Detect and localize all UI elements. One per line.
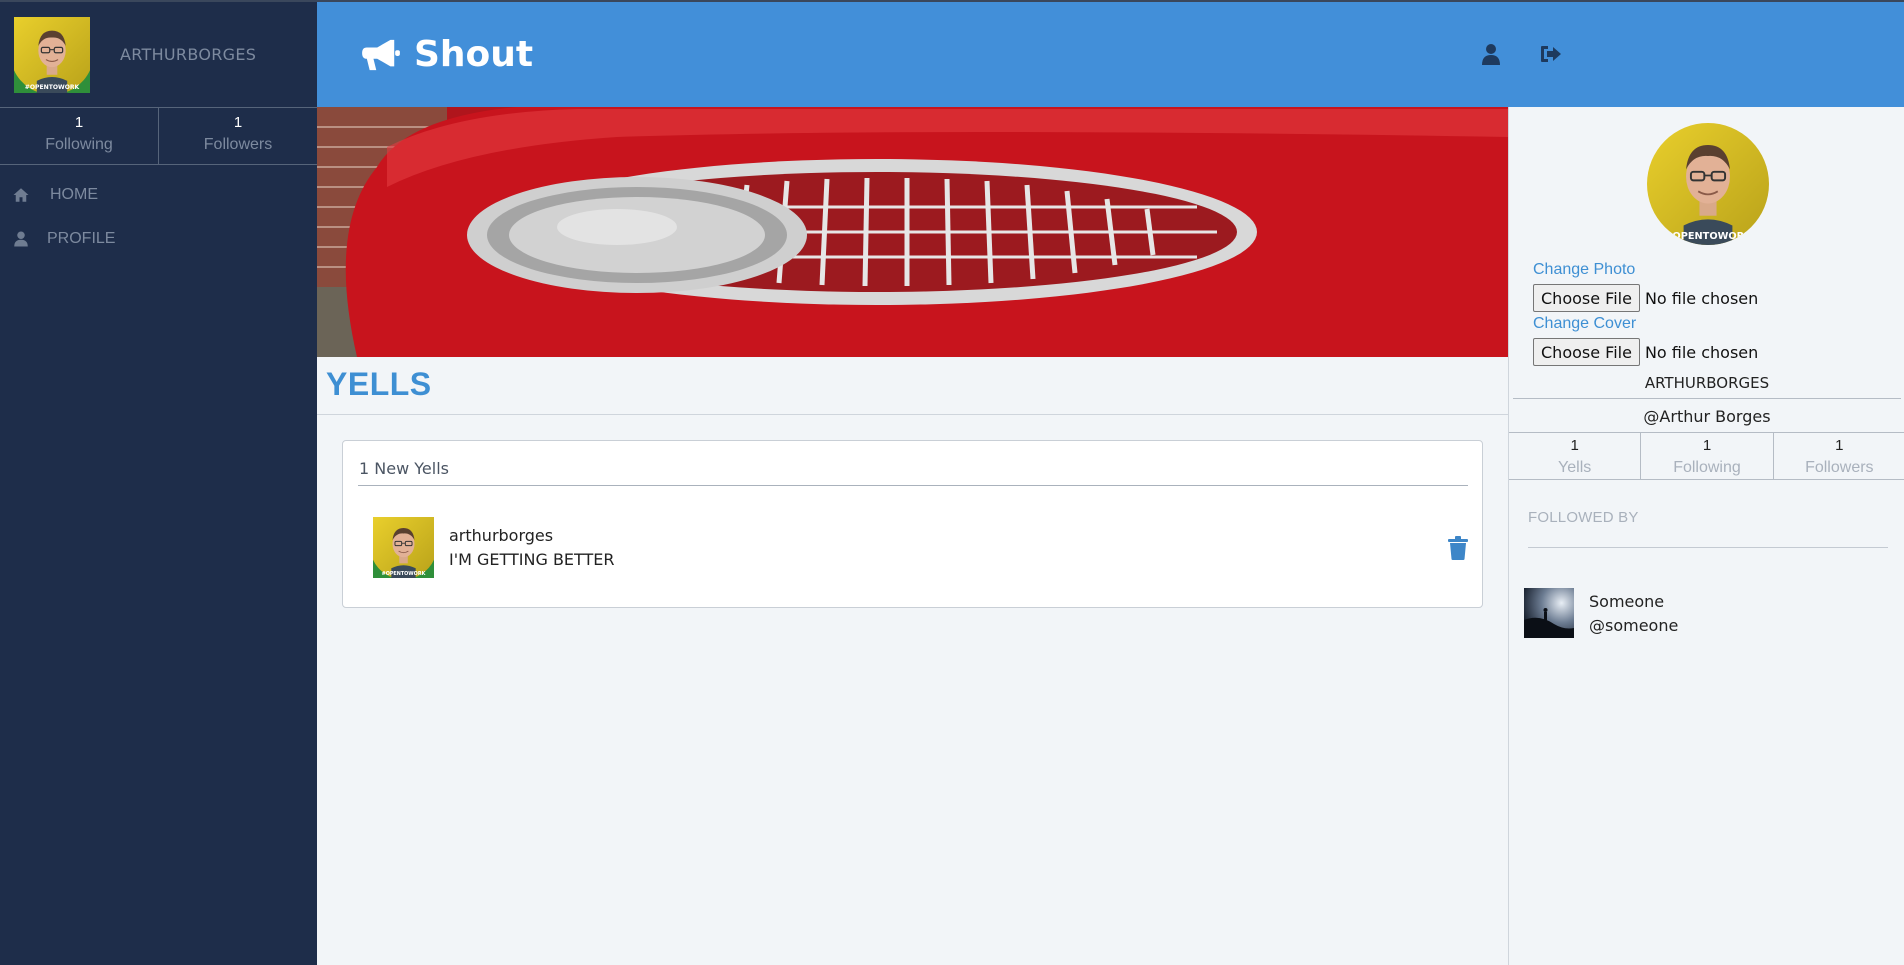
yell-username[interactable]: arthurborges bbox=[449, 526, 553, 545]
sidebar-stats: 1 Following 1 Followers bbox=[0, 107, 317, 165]
yells-feed: 1 New Yells arthurborges I'M GETTING BET… bbox=[342, 440, 1483, 608]
stat-value: 1 bbox=[1835, 437, 1844, 454]
profile-stats: 1 Yells 1 Following 1 Followers bbox=[1509, 432, 1904, 480]
sign-out-icon[interactable] bbox=[1539, 42, 1563, 66]
section-title: YELLS bbox=[326, 366, 432, 402]
sidebar: ARTHURBORGES 1 Following 1 Followers HOM… bbox=[0, 0, 317, 965]
divider bbox=[1528, 547, 1888, 548]
stat-label: Following bbox=[45, 136, 113, 153]
profile-handle: @Arthur Borges bbox=[1643, 407, 1771, 426]
sidebar-item-label: PROFILE bbox=[47, 230, 116, 247]
avatar[interactable] bbox=[373, 517, 434, 578]
trash-icon[interactable] bbox=[1448, 536, 1468, 560]
user-icon bbox=[14, 231, 28, 247]
sidebar-item-label: HOME bbox=[50, 186, 98, 203]
stat-value: 1 bbox=[233, 114, 243, 131]
sidebar-nav: HOME PROFILE bbox=[0, 173, 317, 261]
avatar[interactable] bbox=[1524, 588, 1574, 638]
stat-value: 1 bbox=[1570, 437, 1579, 454]
profile-avatar bbox=[1647, 123, 1769, 245]
divider bbox=[358, 485, 1468, 486]
user-icon[interactable] bbox=[1479, 42, 1503, 66]
profile-panel: Change Photo Choose File No file chosen … bbox=[1508, 107, 1904, 965]
yell-text: I'M GETTING BETTER bbox=[449, 550, 615, 569]
divider bbox=[1513, 398, 1901, 399]
choose-file-button[interactable]: Choose File bbox=[1533, 338, 1640, 366]
sidebar-item-profile[interactable]: PROFILE bbox=[0, 217, 317, 261]
sidebar-stat-following[interactable]: 1 Following bbox=[0, 108, 158, 164]
home-icon bbox=[13, 188, 29, 202]
stat-label: Yells bbox=[1558, 459, 1592, 476]
stat-value: 1 bbox=[1702, 437, 1712, 454]
stat-yells[interactable]: 1 Yells bbox=[1509, 433, 1640, 479]
stat-label: Followers bbox=[1805, 459, 1874, 476]
file-status: No file chosen bbox=[1644, 288, 1759, 308]
sidebar-username: ARTHURBORGES bbox=[120, 45, 257, 64]
sidebar-user: ARTHURBORGES bbox=[0, 2, 317, 107]
sidebar-item-home[interactable]: HOME bbox=[0, 173, 317, 217]
brand-logo[interactable]: Shout bbox=[362, 34, 533, 75]
file-status: No file chosen bbox=[1644, 342, 1759, 362]
stat-label: Followers bbox=[203, 136, 273, 153]
change-photo-link[interactable]: Change Photo bbox=[1533, 261, 1635, 279]
feed-header: 1 New Yells bbox=[359, 459, 449, 478]
brand-name: Shout bbox=[414, 34, 534, 75]
cover-image bbox=[317, 107, 1508, 357]
cover-file-input: Choose File No file chosen bbox=[1533, 338, 1758, 366]
change-cover-link[interactable]: Change Cover bbox=[1533, 315, 1636, 333]
divider bbox=[317, 414, 1508, 415]
profile-name: ARTHURBORGES bbox=[1644, 374, 1770, 392]
choose-file-button[interactable]: Choose File bbox=[1533, 284, 1640, 312]
stat-label: Following bbox=[1673, 459, 1741, 476]
stat-following[interactable]: 1 Following bbox=[1640, 433, 1772, 479]
top-header: Shout bbox=[317, 0, 1904, 107]
stat-value: 1 bbox=[74, 114, 84, 131]
cover-photo bbox=[317, 107, 1508, 357]
follower-name[interactable]: Someone bbox=[1589, 592, 1664, 611]
follower-handle: @someone bbox=[1589, 616, 1679, 635]
sidebar-stat-followers[interactable]: 1 Followers bbox=[158, 108, 317, 164]
bullhorn-icon bbox=[362, 39, 400, 70]
stat-followers[interactable]: 1 Followers bbox=[1772, 433, 1904, 479]
avatar[interactable] bbox=[14, 17, 90, 93]
followed-by-title: FOLLOWED BY bbox=[1528, 509, 1639, 526]
photo-file-input: Choose File No file chosen bbox=[1533, 284, 1758, 312]
